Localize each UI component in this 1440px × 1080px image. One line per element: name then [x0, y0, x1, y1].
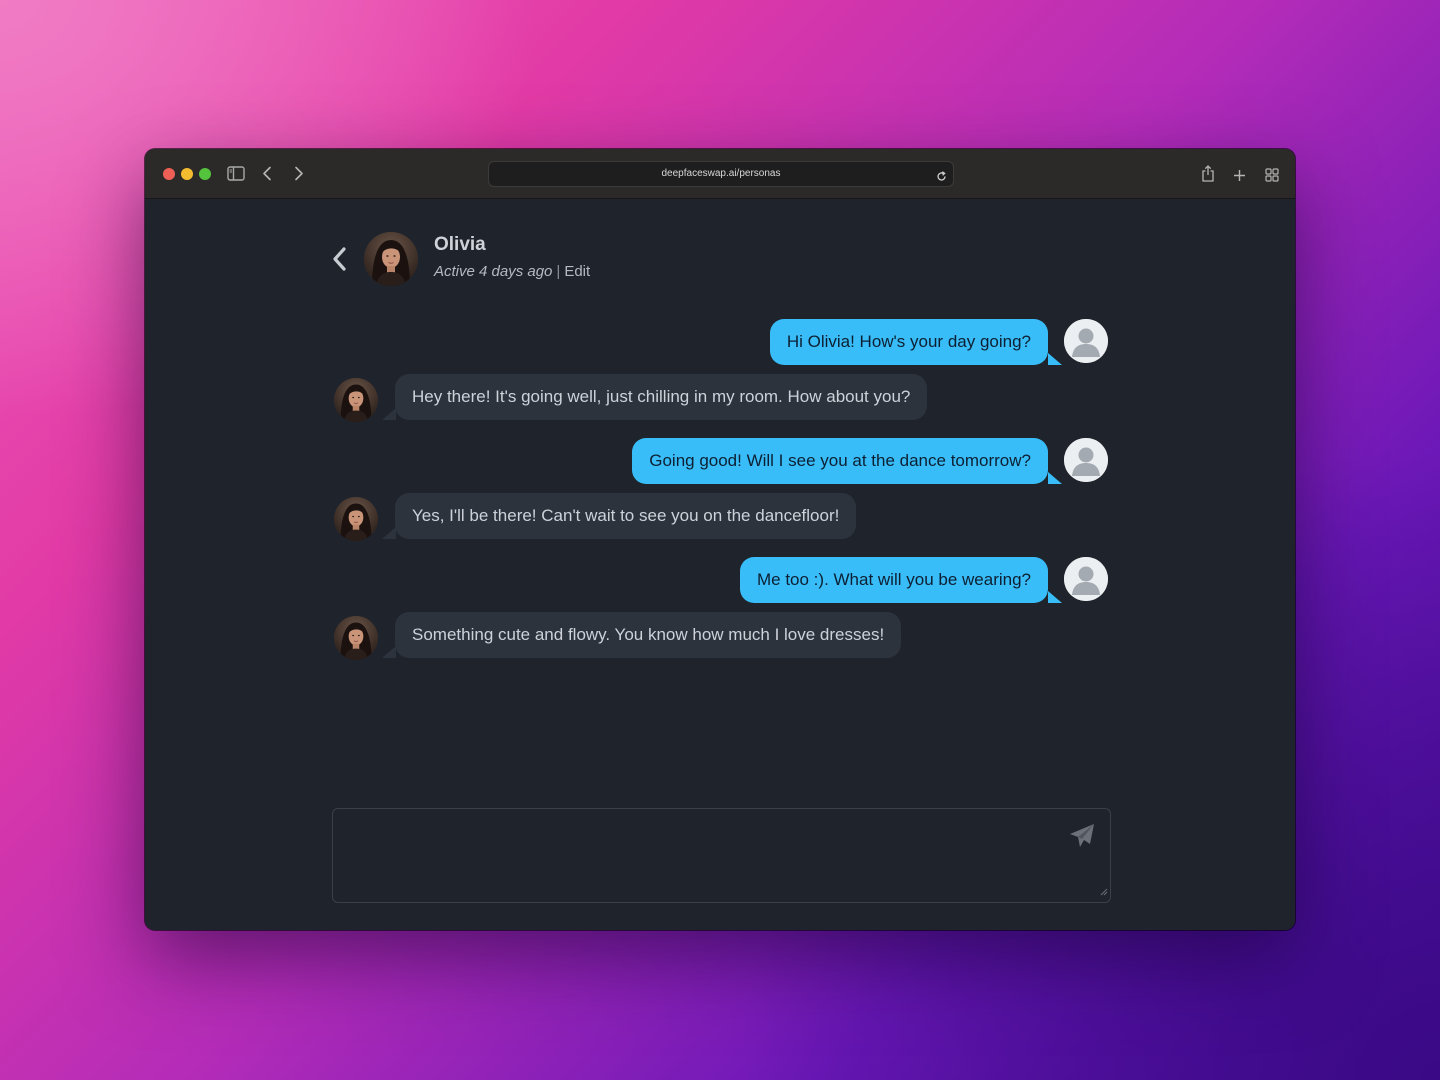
chat-page: Olivia Active 4 days ago | Edit Hi Olivia!…: [145, 199, 1295, 930]
persona-message-bubble: Something cute and flowy. You know how m…: [395, 612, 902, 658]
nav-back-icon[interactable]: [262, 166, 272, 185]
message-row: Yes, I'll be there! Can't wait to see yo…: [145, 493, 1295, 539]
persona-message-avatar: [334, 378, 378, 422]
back-chevron-icon[interactable]: [330, 246, 350, 276]
persona-message-bubble: Hey there! It's going well, just chillin…: [395, 374, 928, 420]
person-silhouette-icon: [1064, 557, 1108, 601]
sidebar-toggle-icon[interactable]: [227, 166, 245, 185]
message-row: Hey there! It's going well, just chillin…: [145, 374, 1295, 420]
message-row: Me too :). What will you be wearing?: [145, 557, 1295, 603]
user-avatar: [1064, 438, 1108, 482]
edit-persona-link[interactable]: Edit: [564, 263, 590, 280]
close-window-button[interactable]: [163, 168, 175, 180]
status-separator: |: [556, 263, 561, 280]
persona-name: Olivia: [434, 234, 486, 255]
address-text: deepfaceswap.ai/personas: [661, 168, 781, 179]
person-silhouette-icon: [1064, 438, 1108, 482]
user-message-bubble: Me too :). What will you be wearing?: [739, 557, 1048, 603]
resize-grip-icon[interactable]: [1100, 881, 1108, 900]
reload-icon[interactable]: [936, 168, 947, 192]
persona-message-bubble: Yes, I'll be there! Can't wait to see yo…: [395, 493, 857, 539]
persona-message-avatar: [334, 497, 378, 541]
user-avatar: [1064, 319, 1108, 363]
message-input[interactable]: [333, 809, 1110, 902]
bubble-tail: [382, 408, 396, 420]
address-bar[interactable]: deepfaceswap.ai/personas: [488, 161, 954, 187]
bubble-tail: [1048, 472, 1062, 484]
persona-message-avatar: [334, 616, 378, 660]
last-active-text: Active 4 days ago: [434, 263, 553, 280]
persona-avatar[interactable]: [364, 232, 418, 286]
share-icon[interactable]: [1201, 165, 1215, 186]
bubble-tail: [1048, 353, 1062, 365]
zoom-window-button[interactable]: [199, 168, 211, 180]
person-silhouette-icon: [1064, 319, 1108, 363]
message-row: Hi Olivia! How's your day going?: [145, 319, 1295, 365]
browser-window: deepfaceswap.ai/personas Olivia Active 4: [145, 149, 1295, 930]
browser-toolbar: deepfaceswap.ai/personas: [145, 149, 1295, 199]
message-composer: [332, 808, 1111, 903]
bubble-tail: [382, 646, 396, 658]
message-row: Going good! Will I see you at the dance …: [145, 438, 1295, 484]
user-message-bubble: Going good! Will I see you at the dance …: [632, 438, 1048, 484]
bubble-tail: [382, 527, 396, 539]
user-message-bubble: Hi Olivia! How's your day going?: [769, 319, 1048, 365]
tab-overview-icon[interactable]: [1265, 167, 1279, 186]
send-icon[interactable]: [1068, 823, 1096, 853]
nav-forward-icon[interactable]: [294, 166, 304, 185]
minimize-window-button[interactable]: [181, 168, 193, 180]
persona-status: Active 4 days ago | Edit: [434, 263, 590, 280]
new-tab-icon[interactable]: [1233, 167, 1246, 186]
bubble-tail: [1048, 591, 1062, 603]
user-avatar: [1064, 557, 1108, 601]
message-row: Something cute and flowy. You know how m…: [145, 612, 1295, 658]
